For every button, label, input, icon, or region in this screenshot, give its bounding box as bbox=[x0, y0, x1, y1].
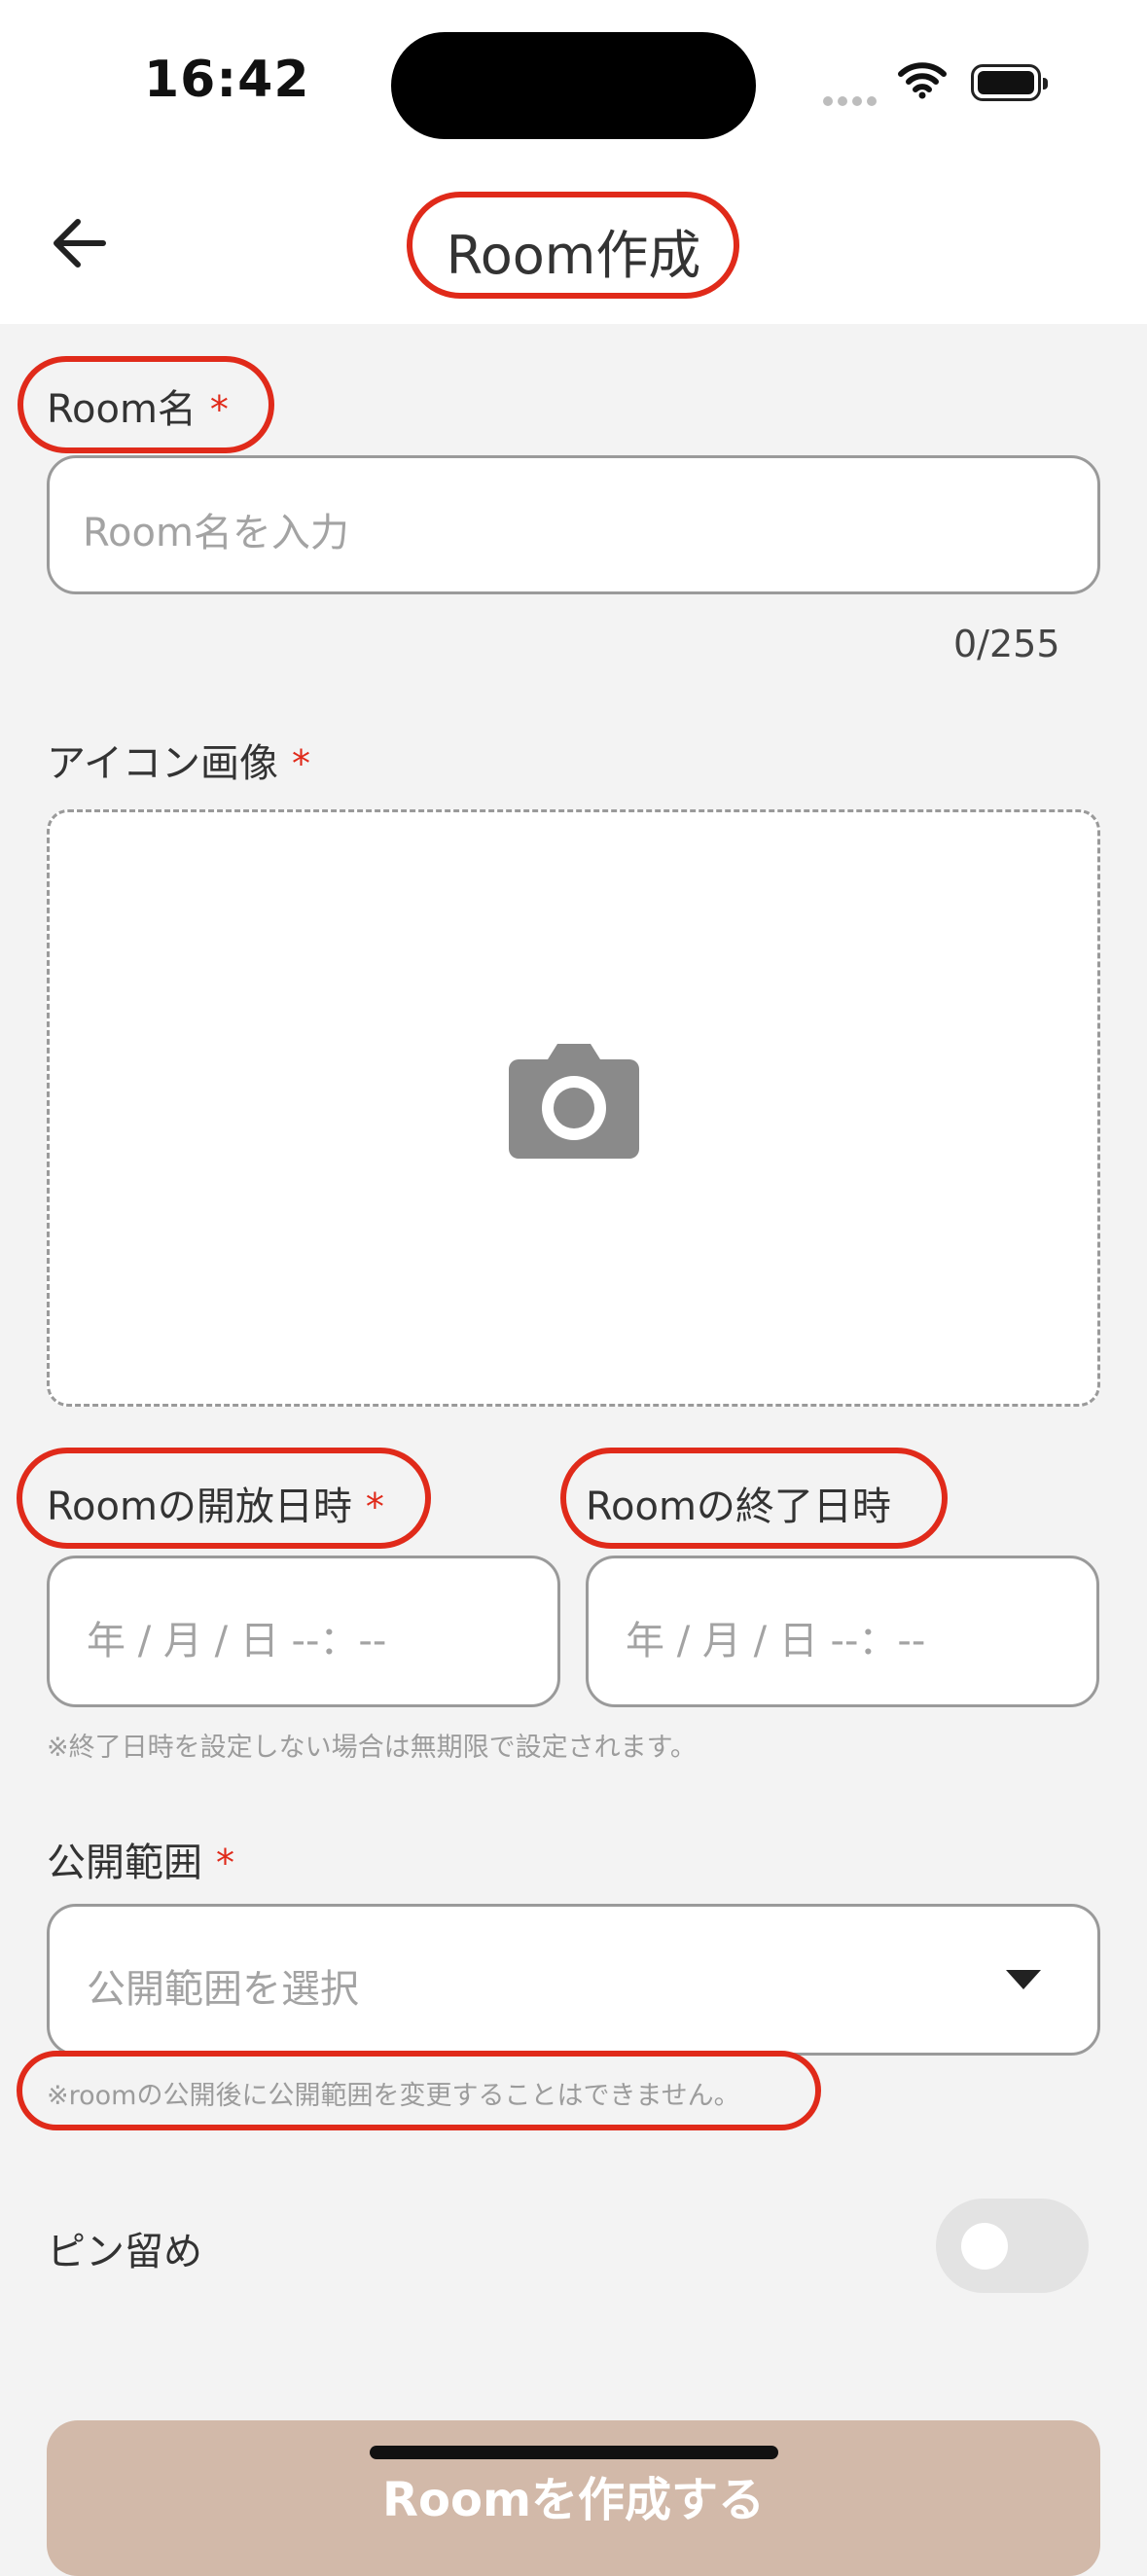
create-room-button[interactable]: Roomを作成する bbox=[47, 2420, 1100, 2576]
open-datetime-input[interactable]: 年 / 月 / 日 --：-- bbox=[47, 1556, 560, 1707]
battery-icon bbox=[971, 64, 1048, 101]
room-name-counter: 0/255 bbox=[953, 623, 1060, 665]
annotation-outline-visibility-hint bbox=[17, 2051, 821, 2130]
dynamic-island bbox=[391, 32, 756, 139]
end-datetime-hint: ※終了日時を設定しない場合は無期限で設定されます。 bbox=[47, 1733, 697, 1763]
toggle-knob bbox=[961, 2223, 1008, 2270]
home-indicator bbox=[370, 2446, 778, 2459]
end-datetime-input[interactable]: 年 / 月 / 日 --：-- bbox=[586, 1556, 1099, 1707]
pin-label: ピン留め bbox=[47, 2230, 202, 2274]
annotation-outline-end-datetime bbox=[560, 1448, 948, 1549]
camera-icon bbox=[509, 1042, 639, 1163]
visibility-placeholder: 公開範囲を選択 bbox=[87, 1967, 359, 2012]
create-room-button-label: Roomを作成する bbox=[382, 2473, 765, 2527]
icon-image-label: アイコン画像 * bbox=[47, 741, 310, 786]
status-time: 16:42 bbox=[144, 51, 310, 109]
pin-toggle[interactable] bbox=[936, 2199, 1089, 2293]
room-name-input[interactable]: Room名を入力 bbox=[47, 455, 1100, 594]
open-datetime-placeholder: 年 / 月 / 日 --：-- bbox=[87, 1619, 387, 1664]
visibility-label: 公開範囲 * bbox=[47, 1841, 234, 1885]
cellular-signal-icon bbox=[823, 91, 881, 110]
room-name-placeholder: Room名を入力 bbox=[83, 511, 349, 555]
caret-down-icon bbox=[1006, 1970, 1041, 1989]
annotation-outline-title bbox=[407, 192, 739, 299]
end-datetime-placeholder: 年 / 月 / 日 --：-- bbox=[626, 1619, 926, 1664]
wifi-icon bbox=[897, 60, 948, 103]
annotation-outline-room-name bbox=[18, 356, 274, 453]
visibility-select[interactable]: 公開範囲を選択 bbox=[47, 1904, 1100, 2056]
annotation-outline-open-datetime bbox=[17, 1448, 431, 1549]
